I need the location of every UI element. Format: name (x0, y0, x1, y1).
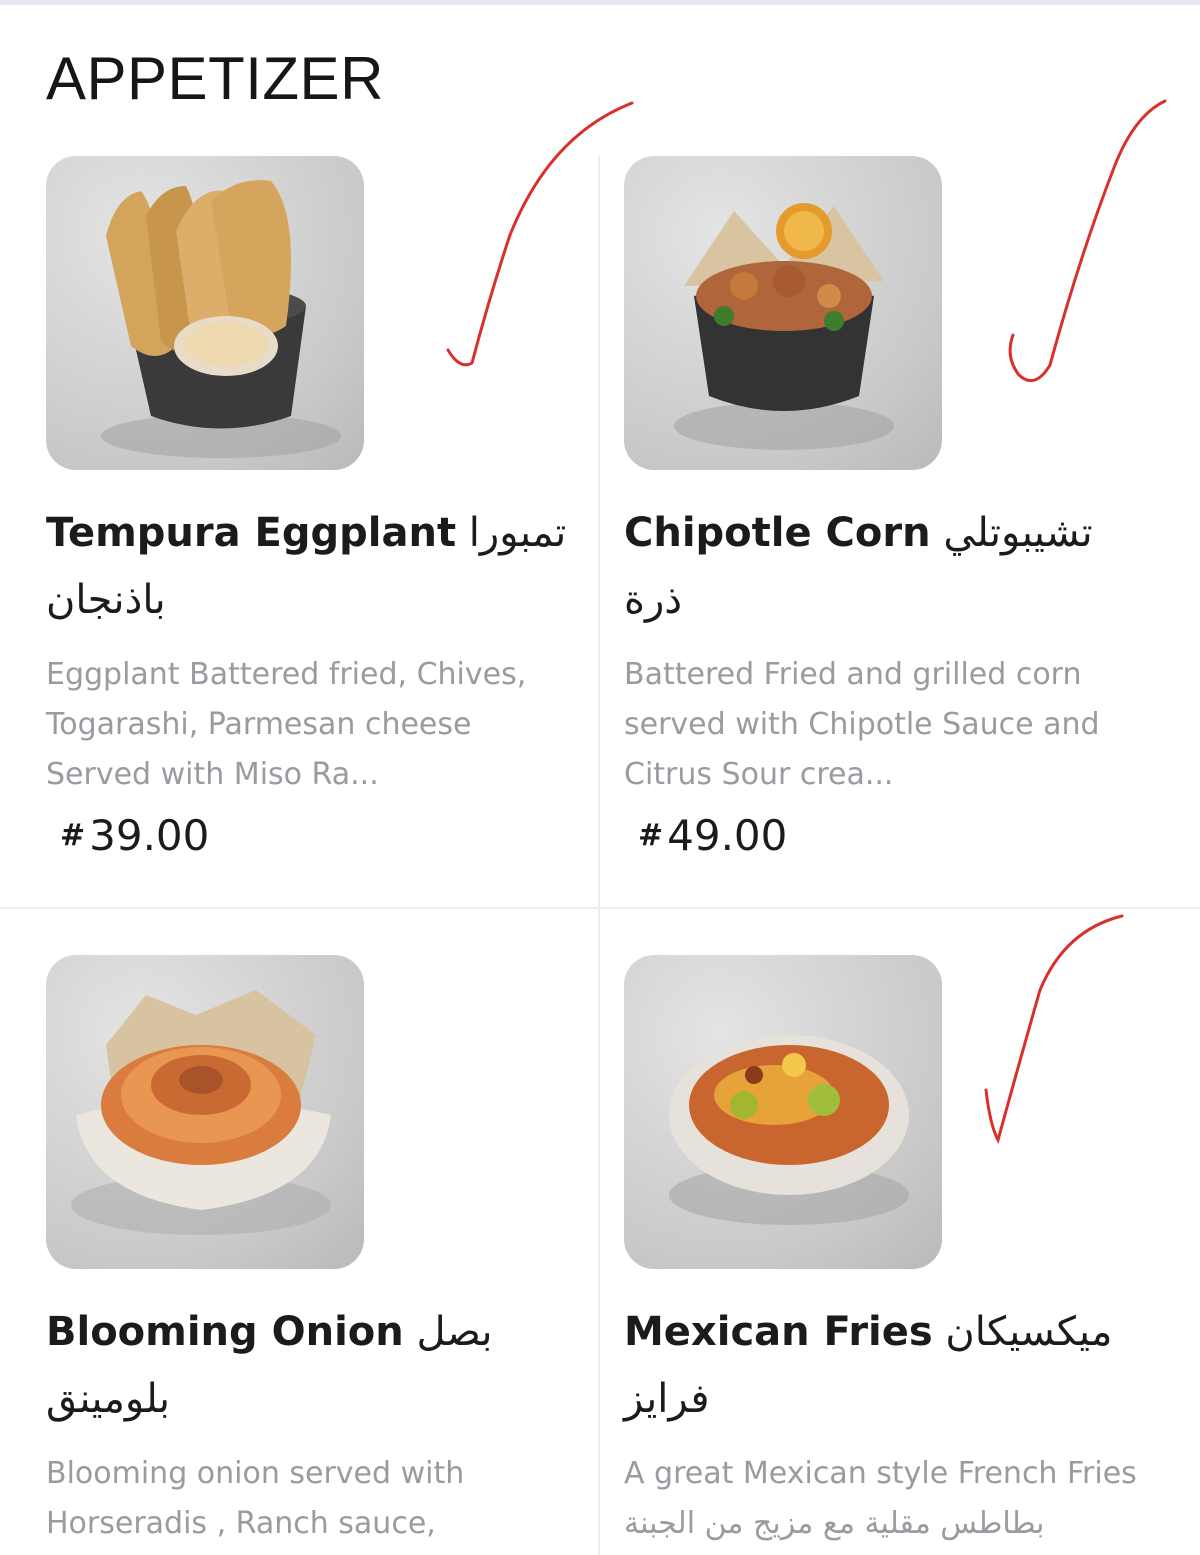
menu-item-description: Blooming onion served with Horseradis , … (46, 1456, 465, 1541)
mexican-fries-photo (669, 1035, 909, 1225)
menu-item-image (624, 955, 942, 1269)
menu-item-name-en: Blooming Onion (46, 1309, 404, 1355)
menu-item-name: Chipotle Corn تشيبوتلي ذرة (624, 500, 1154, 634)
menu-item-name: Tempura Eggplant تمبورا باذنجان (46, 500, 576, 634)
menu-item-card[interactable]: Mexican Fries ميكسيكان فرايز A great Mex… (624, 955, 1184, 1549)
menu-item-name-en: Mexican Fries (624, 1309, 933, 1355)
price-value: 49.00 (667, 811, 788, 860)
menu-item-image (46, 955, 364, 1269)
menu-item-description: Eggplant Battered fried, Chives, Togaras… (46, 657, 527, 792)
menu-item-description: Battered Fried and grilled corn served w… (624, 657, 1100, 792)
menu-item-image (46, 156, 364, 470)
menu-item-image (624, 156, 942, 470)
menu-item-name: Blooming Onion بصل بلومينق (46, 1299, 576, 1433)
price-value: 39.00 (89, 811, 210, 860)
menu-item-name-en: Chipotle Corn (624, 510, 931, 556)
riyal-icon: # (60, 818, 85, 853)
menu-item-card[interactable]: Blooming Onion بصل بلومينق Blooming onio… (46, 955, 606, 1549)
menu-item-card[interactable]: Tempura Eggplant تمبورا باذنجان Eggplant… (46, 156, 606, 866)
grid-horizontal-divider (0, 907, 1200, 909)
menu-item-price: # 39.00 (60, 806, 606, 866)
menu-item-price: # 49.00 (638, 806, 1184, 866)
blooming-onion-photo (71, 990, 331, 1235)
section-title: APPETIZER (46, 45, 384, 112)
tempura-eggplant-photo (101, 180, 341, 458)
riyal-icon: # (638, 818, 663, 853)
menu-item-description: A great Mexican style French Fries بطاطس… (624, 1456, 1137, 1541)
menu-item-card[interactable]: Chipotle Corn تشيبوتلي ذرة Battered Frie… (624, 156, 1184, 866)
top-strip (0, 0, 1200, 5)
menu-item-name: Mexican Fries ميكسيكان فرايز (624, 1299, 1154, 1433)
chipotle-corn-photo (674, 203, 894, 450)
menu-item-name-en: Tempura Eggplant (46, 510, 457, 556)
